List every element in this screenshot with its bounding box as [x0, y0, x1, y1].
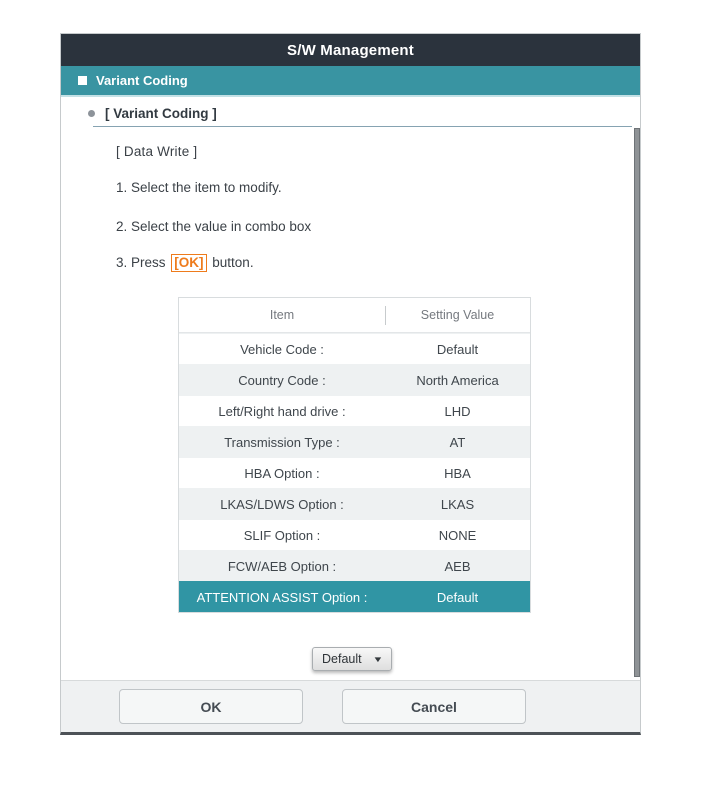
page-heading-row: [ Variant Coding ] [88, 106, 217, 121]
section-header: Variant Coding [61, 66, 640, 97]
dialog-title: S/W Management [287, 42, 414, 59]
row-setting-value: Default [385, 590, 530, 605]
row-setting-value: LHD [385, 404, 530, 419]
row-setting-value: HBA [385, 466, 530, 481]
column-header-item: Item [179, 308, 385, 322]
cancel-button[interactable]: Cancel [342, 689, 526, 724]
row-item-label: HBA Option : [179, 466, 385, 481]
table-row[interactable]: SLIF Option :NONE [179, 519, 530, 550]
table-row[interactable]: ATTENTION ASSIST Option :Default [179, 581, 530, 612]
instruction-step-2: 2. Select the value in combo box [116, 219, 311, 234]
table-row[interactable]: Transmission Type :AT [179, 426, 530, 457]
instruction-step-1: 1. Select the item to modify. [116, 180, 282, 195]
table-row[interactable]: Vehicle Code :Default [179, 333, 530, 364]
value-combobox[interactable]: Default ▼ [312, 647, 392, 671]
heading-divider [93, 126, 632, 127]
row-setting-value: AT [385, 435, 530, 450]
row-item-label: Left/Right hand drive : [179, 404, 385, 419]
table-row[interactable]: LKAS/LDWS Option :LKAS [179, 488, 530, 519]
scrollbar-thumb[interactable] [634, 128, 640, 677]
row-setting-value: AEB [385, 559, 530, 574]
scrollbar-track[interactable] [634, 97, 640, 680]
row-item-label: Vehicle Code : [179, 342, 385, 357]
table-header-row: Item Setting Value [179, 298, 530, 333]
row-item-label: Country Code : [179, 373, 385, 388]
circle-bullet-icon [88, 110, 95, 117]
dialog-titlebar: S/W Management [61, 34, 640, 66]
table-row[interactable]: Left/Right hand drive :LHD [179, 395, 530, 426]
column-divider [385, 306, 386, 325]
chevron-down-icon: ▼ [372, 655, 383, 664]
footer-bar: OK Cancel [61, 680, 640, 732]
page-heading: [ Variant Coding ] [105, 106, 217, 121]
row-item-label: Transmission Type : [179, 435, 385, 450]
row-item-label: LKAS/LDWS Option : [179, 497, 385, 512]
row-item-label: SLIF Option : [179, 528, 385, 543]
row-setting-value: Default [385, 342, 530, 357]
square-bullet-icon [78, 76, 87, 85]
row-item-label: ATTENTION ASSIST Option : [179, 590, 385, 605]
table-row[interactable]: Country Code :North America [179, 364, 530, 395]
sw-management-dialog: S/W Management Variant Coding [ Variant … [60, 33, 641, 735]
row-setting-value: LKAS [385, 497, 530, 512]
row-setting-value: NONE [385, 528, 530, 543]
instruction-step-3-pre: 3. Press [116, 255, 169, 270]
ok-highlight-badge: [OK] [171, 254, 206, 272]
content-area: [ Variant Coding ] [ Data Write ] 1. Sel… [61, 97, 640, 680]
data-write-label: [ Data Write ] [116, 144, 197, 159]
combobox-selected-value: Default [322, 652, 362, 666]
table-body: Vehicle Code :DefaultCountry Code :North… [179, 333, 530, 612]
table-row[interactable]: FCW/AEB Option :AEB [179, 550, 530, 581]
instruction-step-3: 3. Press [OK] button. [116, 255, 254, 270]
section-title: Variant Coding [96, 73, 188, 88]
row-item-label: FCW/AEB Option : [179, 559, 385, 574]
instruction-step-3-post: button. [209, 255, 254, 270]
variant-coding-table: Item Setting Value Vehicle Code :Default… [178, 297, 531, 613]
row-setting-value: North America [385, 373, 530, 388]
table-row[interactable]: HBA Option :HBA [179, 457, 530, 488]
column-header-setting-value: Setting Value [385, 308, 530, 322]
ok-button[interactable]: OK [119, 689, 303, 724]
